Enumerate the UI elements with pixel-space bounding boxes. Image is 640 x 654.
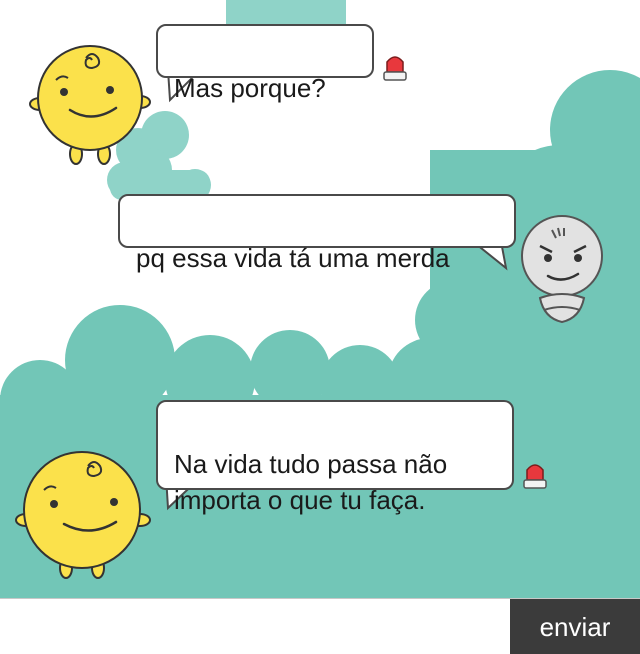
simsimi-avatar-2 (15, 451, 151, 579)
siren-report-icon[interactable] (518, 458, 552, 492)
message-input-bar: enviar (0, 598, 640, 654)
message-bubble-simsimi: Mas porque? (156, 24, 374, 103)
simsimi-avatar-1 (29, 45, 151, 165)
siren-report-icon[interactable] (378, 50, 412, 84)
message-bubble-simsimi: Na vida tudo passa não importa o que tu … (156, 400, 514, 515)
message-input[interactable] (0, 599, 510, 654)
message-text: pq essa vida tá uma merda (136, 243, 450, 273)
send-button[interactable]: enviar (510, 599, 640, 654)
chat-screen: Mas porque? pq essa vida tá uma merda Na… (0, 0, 640, 654)
message-text: Mas porque? (174, 73, 326, 103)
message-bubble-user: pq essa vida tá uma merda (118, 194, 516, 273)
user-avatar (521, 215, 603, 324)
message-text: Na vida tudo passa não importa o que tu … (174, 449, 448, 515)
